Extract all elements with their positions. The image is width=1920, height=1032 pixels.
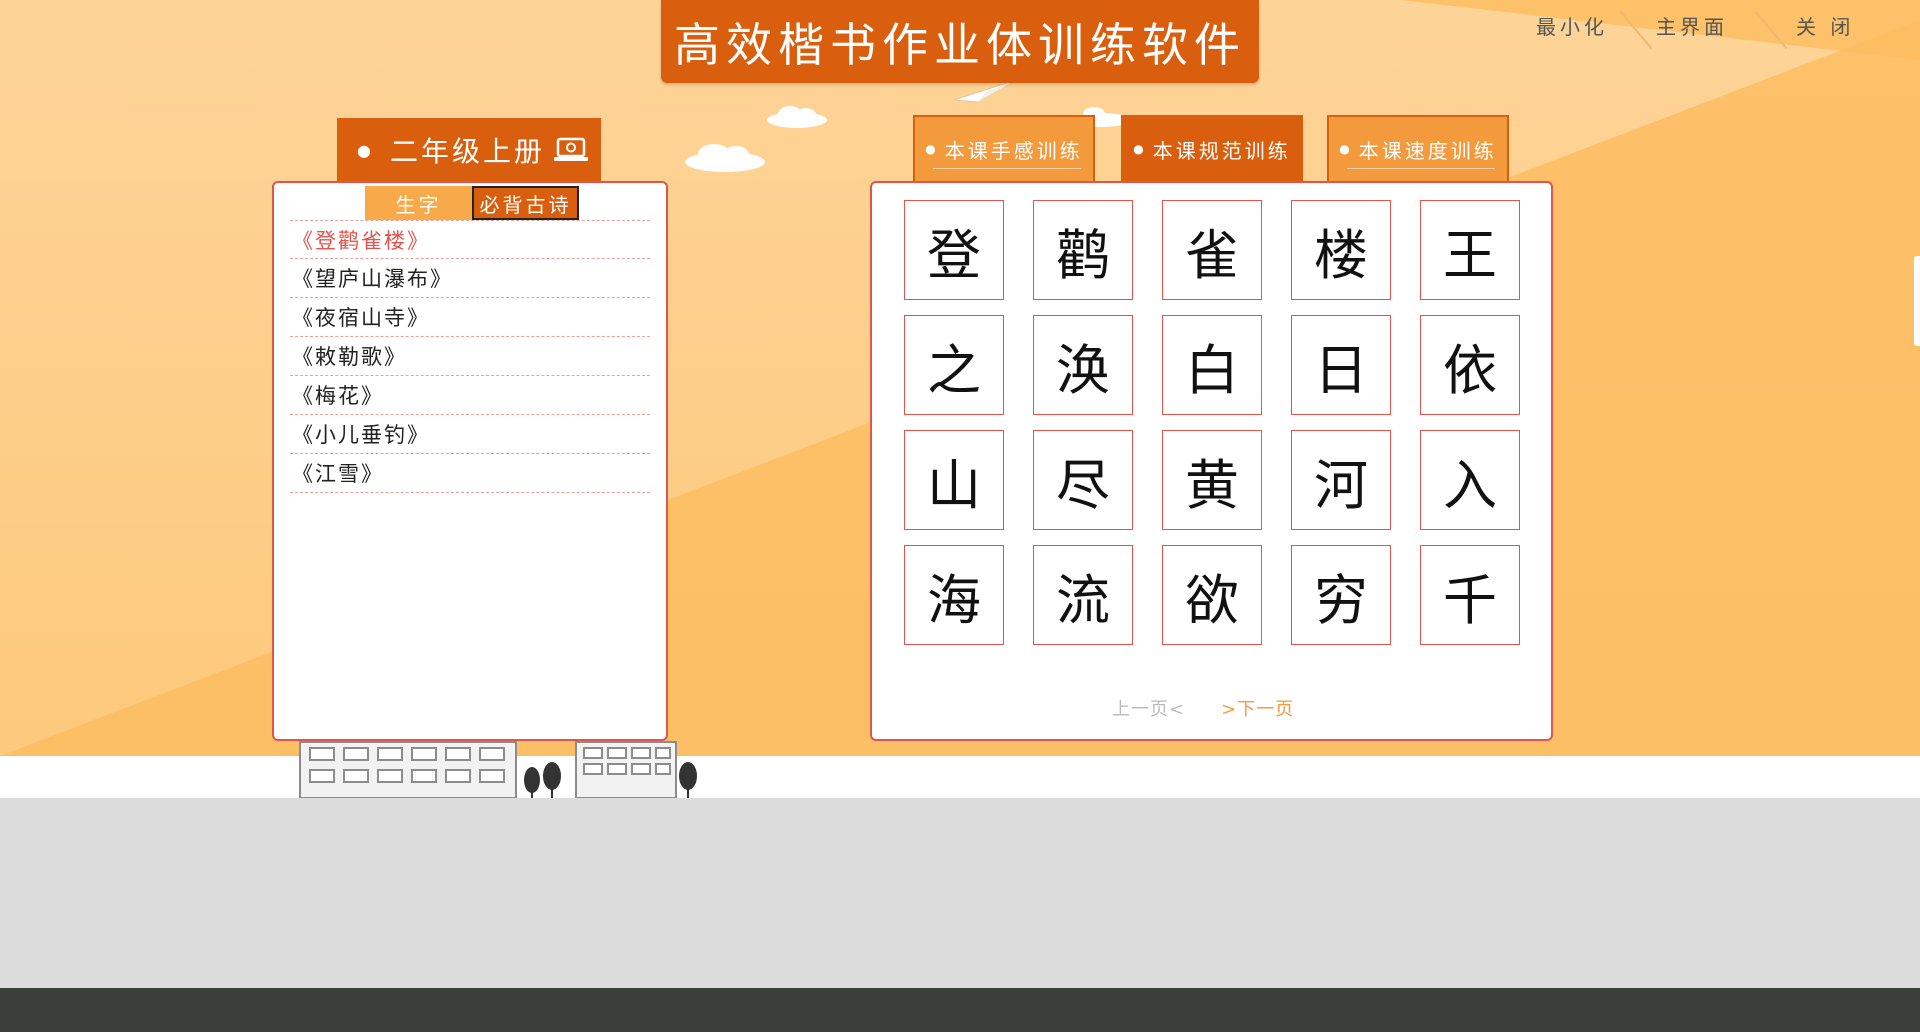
divider — [933, 168, 1081, 169]
character-grid: 登 鹳 雀 楼 王 之 涣 白 日 依 山 尽 黄 河 入 海 流 欲 穷 千 — [904, 200, 1520, 645]
divider — [1754, 10, 1788, 50]
tab-label: 本课规范训练 — [1152, 138, 1291, 163]
character-cell[interactable]: 千 — [1420, 545, 1520, 645]
pagination: 上一页< >下一页 — [1112, 695, 1352, 725]
character-cell[interactable]: 白 — [1162, 315, 1262, 415]
tab-feel-training[interactable]: ● 本课手感训练 — [913, 115, 1095, 181]
list-item[interactable]: 《夜宿山寺》 — [290, 298, 650, 337]
character-cell[interactable]: 王 — [1420, 200, 1520, 300]
character-cell[interactable]: 海 — [904, 545, 1004, 645]
app-title: 高效楷书作业体训练软件 — [661, 0, 1259, 83]
prev-page-button[interactable]: 上一页< — [1112, 695, 1185, 725]
status-strip — [0, 988, 1920, 1032]
character-cell[interactable]: 之 — [904, 315, 1004, 415]
divider — [1347, 168, 1495, 169]
character-cell[interactable]: 雀 — [1162, 200, 1262, 300]
character-cell[interactable]: 楼 — [1291, 200, 1391, 300]
tab-label: 本课手感训练 — [944, 138, 1083, 163]
next-page-button[interactable]: >下一页 — [1221, 695, 1294, 725]
cloud-icon — [767, 106, 827, 128]
character-cell[interactable]: 鹳 — [1033, 200, 1133, 300]
character-cell[interactable]: 河 — [1291, 430, 1391, 530]
tab-new-characters[interactable]: 生字 — [365, 186, 472, 220]
main-menu-button[interactable]: 主界面 — [1656, 10, 1728, 40]
character-cell[interactable]: 依 — [1420, 315, 1520, 415]
footer-area — [0, 798, 1920, 988]
poem-list-panel: 生字 必背古诗 《登鹳雀楼》 《望庐山瀑布》 《夜宿山寺》 《敕勒歌》 《梅花》… — [272, 181, 668, 741]
character-cell[interactable]: 黄 — [1162, 430, 1262, 530]
bullet-icon: ● — [357, 140, 374, 160]
character-cell[interactable]: 入 — [1420, 430, 1520, 530]
character-cell[interactable]: 日 — [1291, 315, 1391, 415]
list-item[interactable]: 《登鹳雀楼》 — [290, 220, 650, 259]
cloud-icon — [685, 144, 765, 172]
school-buildings-icon — [299, 741, 697, 798]
list-item[interactable]: 《梅花》 — [290, 376, 650, 415]
character-cell[interactable]: 欲 — [1162, 545, 1262, 645]
grade-selector[interactable]: ● 二年级上册 — [337, 118, 601, 182]
tab-required-poems[interactable]: 必背古诗 — [472, 186, 579, 220]
character-cell[interactable]: 流 — [1033, 545, 1133, 645]
laptop-icon — [553, 137, 588, 161]
divider — [1619, 10, 1653, 50]
character-cell[interactable]: 穷 — [1291, 545, 1391, 645]
list-item[interactable]: 《江雪》 — [290, 454, 650, 493]
window-controls: 最小化 主界面 关 闭 — [1500, 10, 1920, 50]
bullet-icon: ● — [1339, 142, 1353, 156]
minimize-button[interactable]: 最小化 — [1536, 10, 1608, 40]
character-panel: 登 鹳 雀 楼 王 之 涣 白 日 依 山 尽 黄 河 入 海 流 欲 穷 千 … — [870, 181, 1553, 741]
character-cell[interactable]: 登 — [904, 200, 1004, 300]
character-cell[interactable]: 山 — [904, 430, 1004, 530]
list-item[interactable]: 《小儿垂钓》 — [290, 415, 650, 454]
tab-speed-training[interactable]: ● 本课速度训练 — [1327, 115, 1509, 181]
grade-label: 二年级上册 — [389, 135, 545, 168]
bullet-icon: ● — [925, 142, 939, 156]
bullet-icon: ● — [1133, 142, 1147, 156]
character-cell[interactable]: 涣 — [1033, 315, 1133, 415]
side-handle[interactable] — [1914, 256, 1920, 346]
tab-label: 本课速度训练 — [1358, 138, 1497, 163]
poem-list: 《登鹳雀楼》 《望庐山瀑布》 《夜宿山寺》 《敕勒歌》 《梅花》 《小儿垂钓》 … — [290, 220, 650, 493]
category-tabs: 生字 必背古诗 — [365, 186, 579, 220]
list-item[interactable]: 《望庐山瀑布》 — [290, 259, 650, 298]
tab-standard-training[interactable]: ● 本课规范训练 — [1121, 115, 1303, 181]
close-button[interactable]: 关 闭 — [1796, 10, 1854, 40]
list-item[interactable]: 《敕勒歌》 — [290, 337, 650, 376]
ground-band — [0, 756, 1920, 798]
character-cell[interactable]: 尽 — [1033, 430, 1133, 530]
